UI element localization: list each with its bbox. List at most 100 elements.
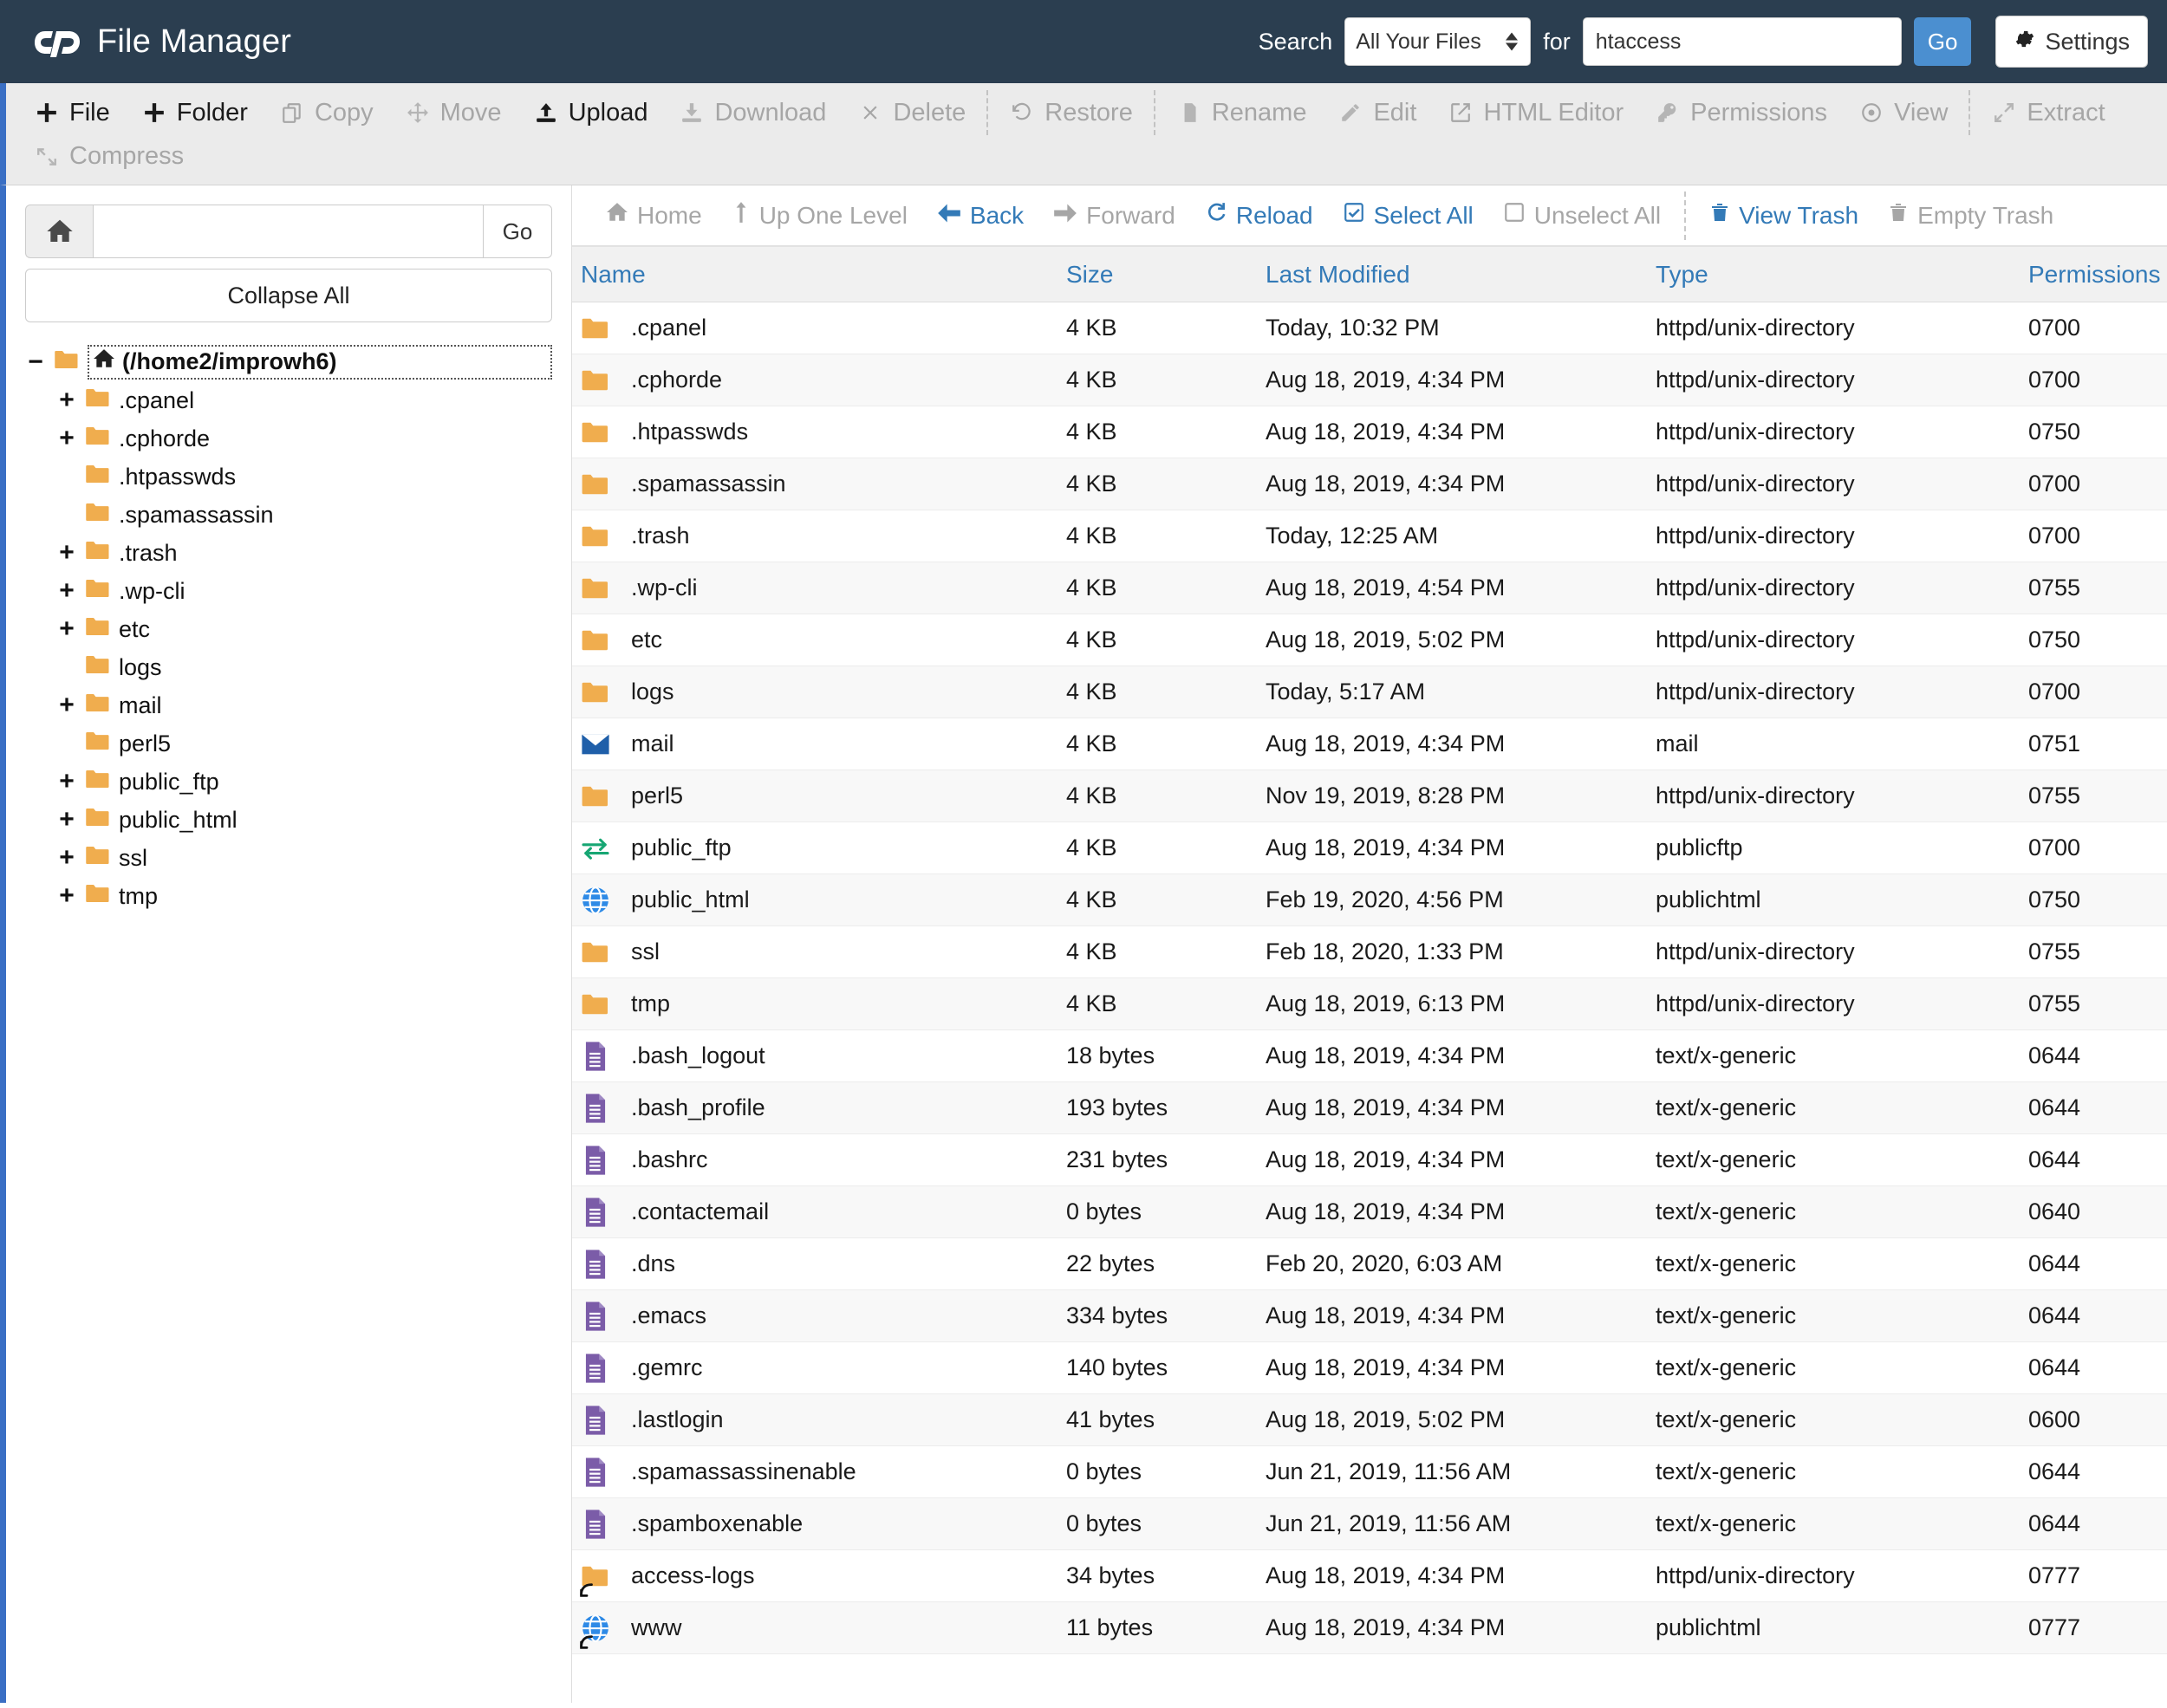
table-row[interactable]: .wp-cli 4 KB Aug 18, 2019, 4:54 PM httpd/un… — [572, 562, 2167, 614]
expand-toggle-icon[interactable]: + — [56, 692, 77, 718]
file-name-cell[interactable]: .spamassassinenable — [572, 1445, 1057, 1498]
table-row[interactable]: mail 4 KB Aug 18, 2019, 4:34 PM mail 0751 — [572, 718, 2167, 770]
file-name-cell[interactable]: .gemrc — [572, 1341, 1057, 1394]
tree-item-trash[interactable]: + .trash — [25, 534, 552, 572]
file-name-cell[interactable]: .bash_profile — [572, 1081, 1057, 1134]
table-row[interactable]: .bash_logout 18 bytes Aug 18, 2019, 4:34 P… — [572, 1029, 2167, 1082]
table-row[interactable]: .spamboxenable 0 bytes Jun 21, 2019, 11:56… — [572, 1497, 2167, 1550]
x-icon — [857, 100, 883, 126]
file-name-cell[interactable]: access-logs — [572, 1549, 1057, 1602]
table-row[interactable]: .dns 22 bytes Feb 20, 2020, 6:03 AM text/x-… — [572, 1237, 2167, 1290]
tree-item-ssl[interactable]: + ssl — [25, 839, 552, 877]
column-header-permissions[interactable]: Permissions — [2020, 246, 2167, 302]
tree-item-etc[interactable]: + etc — [25, 610, 552, 648]
table-row[interactable]: www 11 bytes Aug 18, 2019, 4:34 PM publicht… — [572, 1601, 2167, 1654]
tree-item-cpanel[interactable]: + .cpanel — [25, 381, 552, 419]
expand-toggle-icon[interactable]: + — [56, 425, 77, 451]
file-name-cell[interactable]: tmp — [572, 977, 1057, 1030]
file-name-cell[interactable]: .contactemail — [572, 1185, 1057, 1238]
table-row[interactable]: public_html 4 KB Feb 19, 2020, 4:56 PM publ… — [572, 873, 2167, 926]
file-name-cell[interactable]: .bashrc — [572, 1133, 1057, 1186]
table-row[interactable]: .htpasswds 4 KB Aug 18, 2019, 4:34 PM httpd… — [572, 406, 2167, 458]
file-name-cell[interactable]: .cphorde — [572, 354, 1057, 406]
collapse-all-button[interactable]: Collapse All — [25, 269, 552, 322]
file-name-cell[interactable]: public_html — [572, 873, 1057, 926]
file-name-cell[interactable]: .lastlogin — [572, 1393, 1057, 1446]
column-header-last-modified[interactable]: Last Modified — [1257, 246, 1647, 302]
table-row[interactable]: perl5 4 KB Nov 19, 2019, 8:28 PM httpd/unix… — [572, 770, 2167, 822]
expand-toggle-icon[interactable]: + — [56, 883, 77, 909]
table-row[interactable]: .cphorde 4 KB Aug 18, 2019, 4:34 PM httpd/u… — [572, 354, 2167, 406]
new-folder-button[interactable]: Folder — [126, 94, 264, 133]
tree-item-home-root[interactable]: − (/home2/improwh6) — [25, 343, 552, 381]
column-header-size[interactable]: Size — [1057, 246, 1257, 302]
path-go-button[interactable]: Go — [483, 205, 552, 258]
table-row[interactable]: access-logs 34 bytes Aug 18, 2019, 4:34 PM… — [572, 1549, 2167, 1602]
expand-toggle-icon[interactable]: + — [56, 616, 77, 642]
expand-toggle-icon[interactable]: + — [56, 845, 77, 871]
file-name-cell[interactable]: mail — [572, 718, 1057, 770]
nav-back-button[interactable]: Back — [922, 202, 1038, 230]
tree-item-mail[interactable]: + mail — [25, 686, 552, 724]
table-row[interactable]: .spamassassinenable 0 bytes Jun 21, 2019, … — [572, 1445, 2167, 1498]
column-header-type[interactable]: Type — [1647, 246, 2020, 302]
table-row[interactable]: .gemrc 140 bytes Aug 18, 2019, 4:34 PM text… — [572, 1341, 2167, 1394]
table-row[interactable]: .trash 4 KB Today, 12:25 AM httpd/unix-dire… — [572, 510, 2167, 562]
table-row[interactable]: .bashrc 231 bytes Aug 18, 2019, 4:34 PM tex… — [572, 1133, 2167, 1186]
table-row[interactable]: .emacs 334 bytes Aug 18, 2019, 4:34 PM text… — [572, 1289, 2167, 1342]
table-row[interactable]: tmp 4 KB Aug 18, 2019, 6:13 PM httpd/unix-d… — [572, 977, 2167, 1030]
compress-button: Compress — [18, 137, 199, 176]
search-go-button[interactable]: Go — [1913, 17, 1972, 66]
table-row[interactable]: .contactemail 0 bytes Aug 18, 2019, 4:34 P… — [572, 1185, 2167, 1238]
file-name-cell[interactable]: ssl — [572, 925, 1057, 978]
table-row[interactable]: .bash_profile 193 bytes Aug 18, 2019, 4:34… — [572, 1081, 2167, 1134]
tree-item-htpasswds[interactable]: + .htpasswds — [25, 458, 552, 496]
tree-item-logs[interactable]: + logs — [25, 648, 552, 686]
nav-reload-button[interactable]: Reload — [1190, 201, 1328, 230]
expand-toggle-icon[interactable]: + — [56, 387, 77, 413]
file-name-cell[interactable]: perl5 — [572, 770, 1057, 822]
tree-item-wp-cli[interactable]: + .wp-cli — [25, 572, 552, 610]
tree-item-cphorde[interactable]: + .cphorde — [25, 419, 552, 458]
file-name-cell[interactable]: .spamboxenable — [572, 1497, 1057, 1550]
search-input[interactable] — [1582, 17, 1902, 66]
upload-button[interactable]: Upload — [517, 94, 664, 133]
column-header-name[interactable]: Name — [572, 246, 1057, 302]
table-row[interactable]: ssl 4 KB Feb 18, 2020, 1:33 PM httpd/unix-d… — [572, 925, 2167, 978]
nav-select-all-button[interactable]: Select All — [1328, 201, 1488, 230]
new-file-button[interactable]: File — [18, 94, 126, 133]
table-row[interactable]: etc 4 KB Aug 18, 2019, 5:02 PM httpd/unix-d… — [572, 614, 2167, 666]
path-input[interactable] — [93, 205, 483, 258]
expand-toggle-icon[interactable]: + — [56, 540, 77, 566]
file-name-cell[interactable]: .bash_logout — [572, 1029, 1057, 1082]
file-name-cell[interactable]: .dns — [572, 1237, 1057, 1290]
search-scope-select[interactable]: All Your Files — [1344, 17, 1532, 66]
file-name-cell[interactable]: .trash — [572, 510, 1057, 562]
table-row[interactable]: .lastlogin 41 bytes Aug 18, 2019, 5:02 PM t… — [572, 1393, 2167, 1446]
expand-toggle-icon[interactable]: + — [56, 578, 77, 604]
table-row[interactable]: .cpanel 4 KB Today, 10:32 PM httpd/unix-dir… — [572, 302, 2167, 354]
collapse-toggle-icon[interactable]: − — [25, 349, 46, 375]
file-name-cell[interactable]: logs — [572, 666, 1057, 718]
file-name-cell[interactable]: .emacs — [572, 1289, 1057, 1342]
file-name-cell[interactable]: www — [572, 1601, 1057, 1654]
settings-button[interactable]: Settings — [1995, 16, 2148, 68]
tree-item-perl5[interactable]: + perl5 — [25, 724, 552, 763]
file-name-cell[interactable]: .spamassassin — [572, 458, 1057, 510]
table-row[interactable]: .spamassassin 4 KB Aug 18, 2019, 4:34 PM ht… — [572, 458, 2167, 510]
tree-item-public-html[interactable]: + public_html — [25, 801, 552, 839]
file-name-cell[interactable]: public_ftp — [572, 822, 1057, 874]
table-row[interactable]: logs 4 KB Today, 5:17 AM httpd/unix-directo… — [572, 666, 2167, 718]
table-row[interactable]: public_ftp 4 KB Aug 18, 2019, 4:34 PM publi… — [572, 822, 2167, 874]
expand-toggle-icon[interactable]: + — [56, 807, 77, 833]
file-name-cell[interactable]: .wp-cli — [572, 562, 1057, 614]
tree-item-public-ftp[interactable]: + public_ftp — [25, 763, 552, 801]
file-name-cell[interactable]: .htpasswds — [572, 406, 1057, 458]
tree-item-tmp[interactable]: + tmp — [25, 877, 552, 915]
path-home-button[interactable] — [25, 205, 93, 258]
nav-view-trash-button[interactable]: View Trash — [1695, 201, 1873, 230]
expand-toggle-icon[interactable]: + — [56, 769, 77, 795]
tree-item-spamassassin[interactable]: + .spamassassin — [25, 496, 552, 534]
file-name-cell[interactable]: etc — [572, 614, 1057, 666]
file-name-cell[interactable]: .cpanel — [572, 302, 1057, 354]
